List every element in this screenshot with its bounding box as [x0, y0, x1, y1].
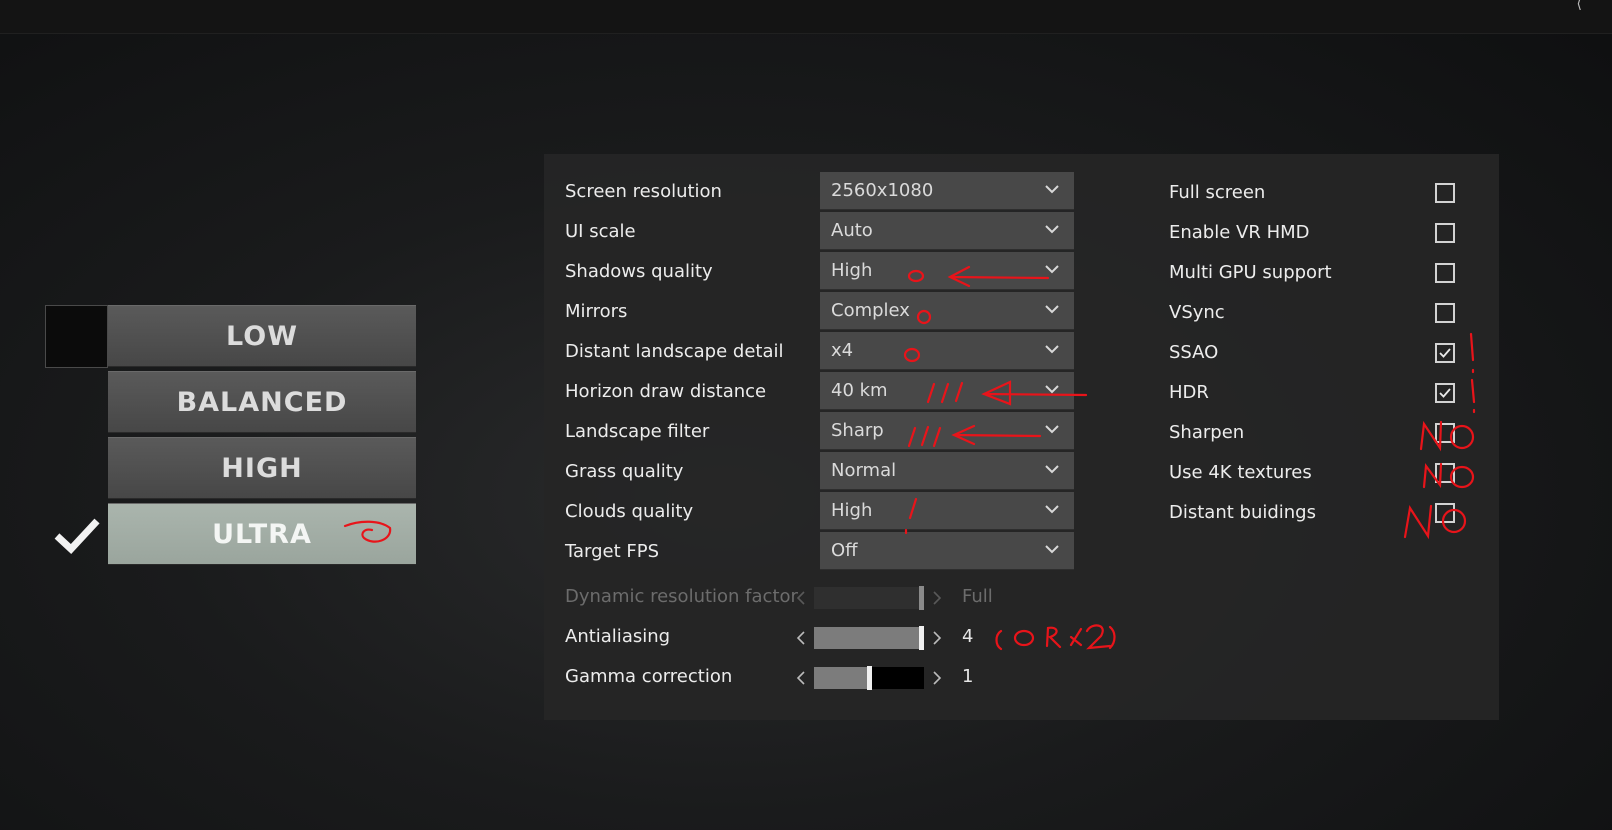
antialiasing-value: 4 [962, 626, 974, 647]
distant-landscape-detail-dropdown[interactable]: x4 [820, 332, 1074, 370]
gamma-correction-label: Gamma correction [565, 666, 733, 687]
landscape-filter-value: Sharp [831, 420, 884, 441]
grass-quality-dropdown[interactable]: Normal [820, 452, 1074, 490]
top-bar: ⟨ [0, 0, 1612, 34]
dynamic-resolution-factor-slider: Full [794, 585, 1094, 611]
landscape-filter-dropdown[interactable]: Sharp [820, 412, 1074, 450]
distant-buidings-checkbox[interactable] [1435, 503, 1455, 523]
hdr-label: HDR [1169, 382, 1209, 403]
ssao-label: SSAO [1169, 342, 1219, 363]
clouds-quality-dropdown[interactable]: High [820, 492, 1074, 530]
gamma-correction-thumb[interactable] [867, 666, 872, 690]
chevron-down-icon [1044, 341, 1060, 357]
antialiasing-slider[interactable]: 4 [794, 625, 1094, 651]
preset-low-button[interactable]: LOW [108, 305, 416, 367]
grass-quality-value: Normal [831, 460, 897, 481]
preset-row-low: LOW [45, 305, 417, 369]
shadows-quality-value: High [831, 260, 873, 281]
screen-resolution-value: 2560x1080 [831, 180, 934, 201]
corner-icon[interactable]: ⟨ [1577, 0, 1582, 12]
dynamic-resolution-factor-label: Dynamic resolution factor [565, 586, 798, 607]
vsync-label: VSync [1169, 302, 1225, 323]
use-4k-textures-checkbox[interactable] [1435, 463, 1455, 483]
preset-check-slot [45, 305, 108, 368]
dynamic-resolution-factor-thumb [919, 586, 924, 610]
horizon-draw-distance-dropdown[interactable]: 40 km [820, 372, 1074, 410]
multi-gpu-support-checkbox[interactable] [1435, 263, 1455, 283]
ssao-checkbox[interactable] [1435, 343, 1455, 363]
chevron-down-icon [1044, 221, 1060, 237]
target-fps-label: Target FPS [565, 541, 660, 562]
chevron-down-icon [1044, 381, 1060, 397]
horizon-draw-distance-label: Horizon draw distance [565, 381, 767, 402]
shadows-quality-dropdown[interactable]: High [820, 252, 1074, 290]
use-4k-textures-label: Use 4K textures [1169, 462, 1312, 483]
horizon-draw-distance-value: 40 km [831, 380, 888, 401]
chevron-down-icon [1044, 501, 1060, 517]
arrow-right-icon [930, 585, 944, 611]
dynamic-resolution-factor-track [814, 586, 924, 610]
preset-balanced-button[interactable]: BALANCED [108, 371, 416, 433]
dynamic-resolution-factor-value: Full [962, 586, 993, 607]
full-screen-checkbox[interactable] [1435, 183, 1455, 203]
grass-quality-label: Grass quality [565, 461, 684, 482]
landscape-filter-label: Landscape filter [565, 421, 710, 442]
antialiasing-fill [814, 627, 924, 649]
mirrors-dropdown[interactable]: Complex [820, 292, 1074, 330]
arrow-right-icon[interactable] [930, 625, 944, 651]
gamma-correction-value: 1 [962, 666, 974, 687]
chevron-down-icon [1044, 261, 1060, 277]
gamma-correction-fill [814, 667, 869, 689]
chevron-down-icon [1044, 461, 1060, 477]
preset-row-ultra: ULTRA [45, 503, 417, 567]
arrow-left-icon[interactable] [794, 665, 808, 691]
arrow-left-icon [794, 585, 808, 611]
clouds-quality-label: Clouds quality [565, 501, 694, 522]
full-screen-label: Full screen [1169, 182, 1266, 203]
dynamic-resolution-factor-fill [814, 587, 924, 609]
graphics-settings-panel: Screen resolution 2560x1080 UI scale Auto Sh… [544, 154, 1499, 720]
shadows-quality-label: Shadows quality [565, 261, 713, 282]
distant-landscape-detail-value: x4 [831, 340, 854, 361]
chevron-down-icon [1044, 541, 1060, 557]
mirrors-label: Mirrors [565, 301, 628, 322]
vsync-checkbox[interactable] [1435, 303, 1455, 323]
preset-high-button[interactable]: HIGH [108, 437, 416, 499]
ui-scale-value: Auto [831, 220, 873, 241]
arrow-left-icon[interactable] [794, 625, 808, 651]
ui-scale-label: UI scale [565, 221, 636, 242]
check-icon [45, 503, 108, 566]
sharpen-label: Sharpen [1169, 422, 1245, 443]
target-fps-value: Off [831, 540, 858, 561]
distant-landscape-detail-label: Distant landscape detail [565, 341, 784, 362]
distant-buidings-label: Distant buidings [1169, 502, 1316, 523]
antialiasing-track[interactable] [814, 626, 924, 650]
gamma-correction-track[interactable] [814, 666, 924, 690]
gamma-correction-slider[interactable]: 1 [794, 665, 1094, 691]
mirrors-value: Complex [831, 300, 910, 321]
sharpen-checkbox[interactable] [1435, 423, 1455, 443]
ui-scale-dropdown[interactable]: Auto [820, 212, 1074, 250]
antialiasing-thumb[interactable] [919, 626, 924, 650]
target-fps-dropdown[interactable]: Off [820, 532, 1074, 570]
multi-gpu-support-label: Multi GPU support [1169, 262, 1332, 283]
antialiasing-label: Antialiasing [565, 626, 671, 647]
preset-ultra-button[interactable]: ULTRA [108, 503, 416, 565]
enable-vr-hmd-label: Enable VR HMD [1169, 222, 1310, 243]
preset-row-high: HIGH [45, 437, 417, 501]
clouds-quality-value: High [831, 500, 873, 521]
preset-row-balanced: BALANCED [45, 371, 417, 435]
hdr-checkbox[interactable] [1435, 383, 1455, 403]
chevron-down-icon [1044, 181, 1060, 197]
arrow-right-icon[interactable] [930, 665, 944, 691]
chevron-down-icon [1044, 301, 1060, 317]
screen-resolution-label: Screen resolution [565, 181, 722, 202]
screen-resolution-dropdown[interactable]: 2560x1080 [820, 172, 1074, 210]
chevron-down-icon [1044, 421, 1060, 437]
enable-vr-hmd-checkbox[interactable] [1435, 223, 1455, 243]
